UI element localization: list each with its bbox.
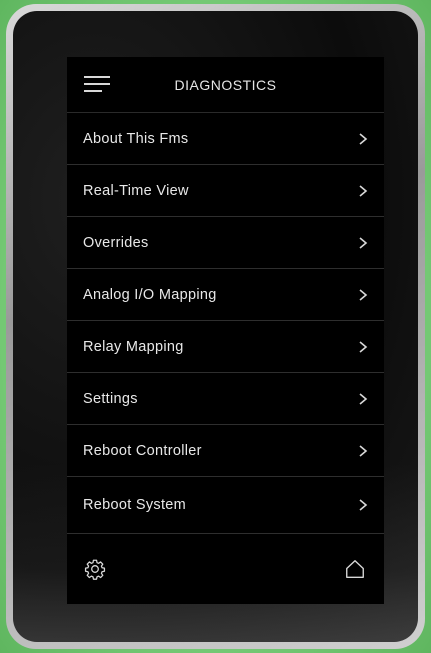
gear-icon[interactable]: [84, 558, 106, 580]
chevron-right-icon: [358, 132, 368, 145]
menu-item-label: Reboot Controller: [83, 442, 202, 459]
chevron-right-icon: [358, 236, 368, 249]
screen-footer: [67, 534, 384, 604]
menu-item-reboot-controller[interactable]: Reboot Controller: [67, 425, 384, 477]
menu-item-label: Settings: [83, 390, 138, 407]
menu-item-settings[interactable]: Settings: [67, 373, 384, 425]
diagnostics-screen: DIAGNOSTICS About This Fms Real-Time Vie…: [67, 57, 384, 604]
chevron-right-icon: [358, 444, 368, 457]
home-icon[interactable]: [344, 558, 366, 580]
chevron-right-icon: [358, 184, 368, 197]
menu-item-reboot-system[interactable]: Reboot System: [67, 477, 384, 534]
menu-item-about-this-fms[interactable]: About This Fms: [67, 113, 384, 165]
menu-item-label: Reboot System: [83, 497, 187, 513]
chevron-right-icon: [358, 340, 368, 353]
menu-item-label: Overrides: [83, 234, 149, 251]
hamburger-menu-icon[interactable]: [84, 74, 110, 94]
chevron-right-icon: [358, 392, 368, 405]
menu-item-label: Real-Time View: [83, 182, 189, 199]
menu-item-label: Relay Mapping: [83, 338, 184, 355]
menu-item-real-time-view[interactable]: Real-Time View: [67, 165, 384, 217]
menu-item-label: About This Fms: [83, 130, 189, 147]
screen-header: DIAGNOSTICS: [67, 57, 384, 113]
page-title: DIAGNOSTICS: [174, 76, 277, 93]
chevron-right-icon: [358, 499, 368, 511]
diagnostics-menu-list: About This Fms Real-Time View Overrides …: [67, 113, 384, 534]
menu-item-relay-mapping[interactable]: Relay Mapping: [67, 321, 384, 373]
chevron-right-icon: [358, 288, 368, 301]
menu-item-analog-io-mapping[interactable]: Analog I/O Mapping: [67, 269, 384, 321]
menu-item-label: Analog I/O Mapping: [83, 286, 217, 303]
menu-item-overrides[interactable]: Overrides: [67, 217, 384, 269]
